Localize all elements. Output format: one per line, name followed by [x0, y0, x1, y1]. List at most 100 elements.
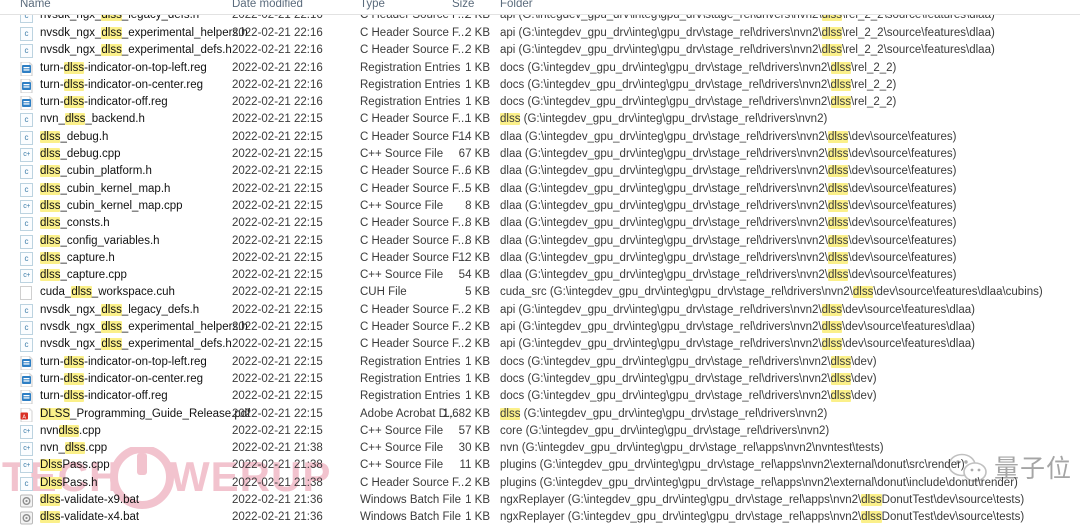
cell-size: 1 KB — [465, 61, 490, 74]
column-header-folder[interactable]: Folder — [500, 0, 533, 10]
table-row[interactable]: turn-dlss-indicator-on-center.reg 2022-02… — [0, 371, 1080, 388]
table-row[interactable]: dlss-validate-x9.bat 2022-02-21 21:36 Wind… — [0, 492, 1080, 509]
search-term-highlight: dlss — [830, 78, 851, 91]
table-row[interactable]: c nvsdk_ngx_dlss_experimental_helpers.h 20… — [0, 25, 1080, 42]
cell-name: dlss-validate-x4.bat — [40, 511, 140, 524]
registry-file-icon — [20, 96, 33, 111]
table-row[interactable]: turn-dlss-indicator-on-top-left.reg 2022-… — [0, 60, 1080, 77]
cell-name: nvsdk_ngx_dlss_experimental_helpers.h — [40, 321, 248, 334]
cell-name: DLSS_Programming_Guide_Release.pdf — [40, 407, 251, 420]
cpp-source-file-icon: c+ — [20, 459, 33, 474]
table-row[interactable]: c dlss_config_variables.h 2022-02-21 22:15… — [0, 233, 1080, 250]
cell-folder: api (G:\integdev_gpu_drv\integ\gpu_drv\s… — [500, 27, 995, 39]
cell-folder: api (G:\integdev_gpu_drv\integ\gpu_drv\s… — [500, 303, 975, 316]
cell-date: 2022-02-21 22:15 — [232, 355, 323, 368]
search-term-highlight: dlss — [40, 251, 61, 264]
cell-folder: ngxReplayer (G:\integdev_gpu_drv\integ\g… — [500, 494, 1025, 507]
table-row[interactable]: c dlss_cubin_kernel_map.h 2022-02-21 22:15… — [0, 181, 1080, 198]
batch-file-icon — [20, 494, 33, 508]
table-row[interactable]: cuda_dlss_workspace.cuh 2022-02-21 22:15 C… — [0, 284, 1080, 301]
cell-size: 1 KB — [465, 96, 490, 109]
search-term-highlight: dlss — [821, 27, 843, 39]
cell-size: 5 KB — [465, 286, 490, 299]
table-row[interactable]: c+ dlss_cubin_kernel_map.cpp 2022-02-21 22… — [0, 198, 1080, 215]
cell-name: nvsdk_ngx_dlss_experimental_defs.h — [40, 338, 232, 351]
c-header-file-icon: c — [20, 217, 33, 232]
cell-name: turn-dlss-indicator-off.reg — [40, 390, 168, 403]
cell-name: dlss-validate-x9.bat — [40, 494, 140, 507]
file-list[interactable]: c nvsdk_ngx_dlss_legacy_defs.h 2022-02-21 … — [0, 15, 1080, 527]
search-term-highlight: dlss — [64, 442, 86, 455]
cell-name: turn-dlss-indicator-on-top-left.reg — [40, 355, 207, 368]
cell-folder: dlaa (G:\integdev_gpu_drv\integ\gpu_drv\… — [500, 234, 957, 247]
table-row[interactable]: turn-dlss-indicator-off.reg 2022-02-21 22… — [0, 388, 1080, 405]
table-row[interactable]: c dlss_consts.h 2022-02-21 22:15 C Header S… — [0, 215, 1080, 232]
table-row[interactable]: c nvsdk_ngx_dlss_experimental_defs.h 2022-… — [0, 336, 1080, 353]
table-row[interactable]: c+ nvn_dlss.cpp 2022-02-21 21:38 C++ Source… — [0, 440, 1080, 457]
cell-name: turn-dlss-indicator-on-center.reg — [40, 372, 204, 385]
search-term-highlight: dlss — [101, 15, 122, 21]
table-row[interactable]: c+ nvndlss.cpp 2022-02-21 22:15 C++ Source … — [0, 423, 1080, 440]
table-row[interactable]: c nvsdk_ngx_dlss_legacy_defs.h 2022-02-21 … — [0, 15, 1080, 25]
table-row[interactable]: dlss-validate-x4.bat 2022-02-21 21:36 Wind… — [0, 509, 1080, 526]
cell-folder: cuda_src (G:\integdev_gpu_drv\integ\gpu_… — [500, 286, 1043, 299]
cell-size: 5 KB — [465, 182, 490, 195]
cell-size: 8 KB — [465, 217, 490, 230]
cell-name: dlss_consts.h — [40, 217, 110, 230]
cpp-source-file-icon: c+ — [20, 148, 33, 163]
table-row[interactable]: c dlss_cubin_platform.h 2022-02-21 22:15 C … — [0, 163, 1080, 180]
table-row[interactable]: c dlss_capture.h 2022-02-21 22:15 C Header … — [0, 250, 1080, 267]
table-row[interactable]: turn-dlss-indicator-off.reg 2022-02-21 22… — [0, 94, 1080, 111]
cell-size: 1 KB — [465, 113, 490, 126]
column-header-name[interactable]: Name — [20, 0, 51, 10]
table-row[interactable]: c nvsdk_ngx_dlss_experimental_helpers.h 20… — [0, 319, 1080, 336]
c-header-file-icon: c — [20, 15, 33, 23]
c-header-file-icon: c — [20, 303, 33, 318]
cell-size: 2 KB — [465, 27, 490, 39]
cell-date: 2022-02-21 22:15 — [232, 372, 323, 385]
cell-folder: docs (G:\integdev_gpu_drv\integ\gpu_drv\… — [500, 372, 877, 385]
table-row[interactable]: A DLSS_Programming_Guide_Release.pdf 2022-… — [0, 406, 1080, 423]
cell-date: 2022-02-21 22:15 — [232, 321, 323, 334]
table-row[interactable]: turn-dlss-indicator-on-center.reg 2022-02… — [0, 77, 1080, 94]
search-term-highlight: dlss — [827, 148, 849, 161]
table-row[interactable]: c nvsdk_ngx_dlss_legacy_defs.h 2022-02-21 … — [0, 302, 1080, 319]
table-row[interactable]: c DlssPass.h 2022-02-21 21:38 C Header Sour… — [0, 475, 1080, 492]
cell-name: nvsdk_ngx_dlss_legacy_defs.h — [40, 15, 199, 23]
table-row[interactable]: turn-dlss-indicator-on-top-left.reg 2022-… — [0, 354, 1080, 371]
cell-name: nvsdk_ngx_dlss_legacy_defs.h — [40, 303, 200, 316]
table-row[interactable]: c+ DlssPass.cpp 2022-02-21 21:38 C++ Source… — [0, 457, 1080, 474]
column-header-date[interactable]: Date modified — [232, 0, 303, 10]
cell-folder: dlaa (G:\integdev_gpu_drv\integ\gpu_drv\… — [500, 148, 957, 161]
search-term-highlight: dlss — [63, 390, 85, 403]
cell-size: 2 KB — [465, 476, 490, 489]
cell-folder: docs (G:\integdev_gpu_drv\integ\gpu_drv\… — [500, 78, 897, 91]
search-term-highlight: dlss — [40, 234, 61, 247]
column-header-type[interactable]: Type — [360, 0, 385, 10]
table-row[interactable]: c+ dlss_debug.cpp 2022-02-21 22:15 C++ Sour… — [0, 146, 1080, 163]
table-row[interactable]: c+ dlss_capture.cpp 2022-02-21 22:15 C++ So… — [0, 267, 1080, 284]
search-term-highlight: dlss — [101, 321, 122, 334]
cell-name: dlss_cubin_platform.h — [40, 165, 152, 178]
cell-date: 2022-02-21 22:16 — [232, 15, 323, 21]
search-term-highlight: dlss — [40, 199, 61, 212]
search-term-highlight: dlss — [827, 269, 849, 282]
cell-name: DlssPass.cpp — [40, 459, 110, 472]
cell-name: turn-dlss-indicator-off.reg — [40, 96, 168, 109]
search-term-highlight: DLSS — [40, 407, 71, 420]
table-row[interactable]: c dlss_debug.h 2022-02-21 22:15 C Header So… — [0, 129, 1080, 146]
cell-folder: docs (G:\integdev_gpu_drv\integ\gpu_drv\… — [500, 96, 897, 109]
search-term-highlight: dlss — [500, 407, 521, 420]
cell-folder: docs (G:\integdev_gpu_drv\integ\gpu_drv\… — [500, 390, 877, 403]
cell-size: 8 KB — [465, 234, 490, 247]
search-term-highlight: dlss — [101, 44, 122, 57]
c-header-file-icon: c — [20, 182, 33, 197]
table-row[interactable]: c nvn_dlss_backend.h 2022-02-21 22:15 C Hea… — [0, 111, 1080, 128]
cell-folder: api (G:\integdev_gpu_drv\integ\gpu_drv\s… — [500, 44, 995, 57]
table-row[interactable]: c nvsdk_ngx_dlss_experimental_defs.h 2022-… — [0, 42, 1080, 59]
cell-name: dlss_cubin_kernel_map.h — [40, 182, 171, 195]
search-term-highlight: dlss — [40, 494, 61, 507]
cell-name: dlss_config_variables.h — [40, 234, 160, 247]
column-header-size[interactable]: Size — [452, 0, 474, 10]
batch-file-icon — [20, 511, 33, 525]
